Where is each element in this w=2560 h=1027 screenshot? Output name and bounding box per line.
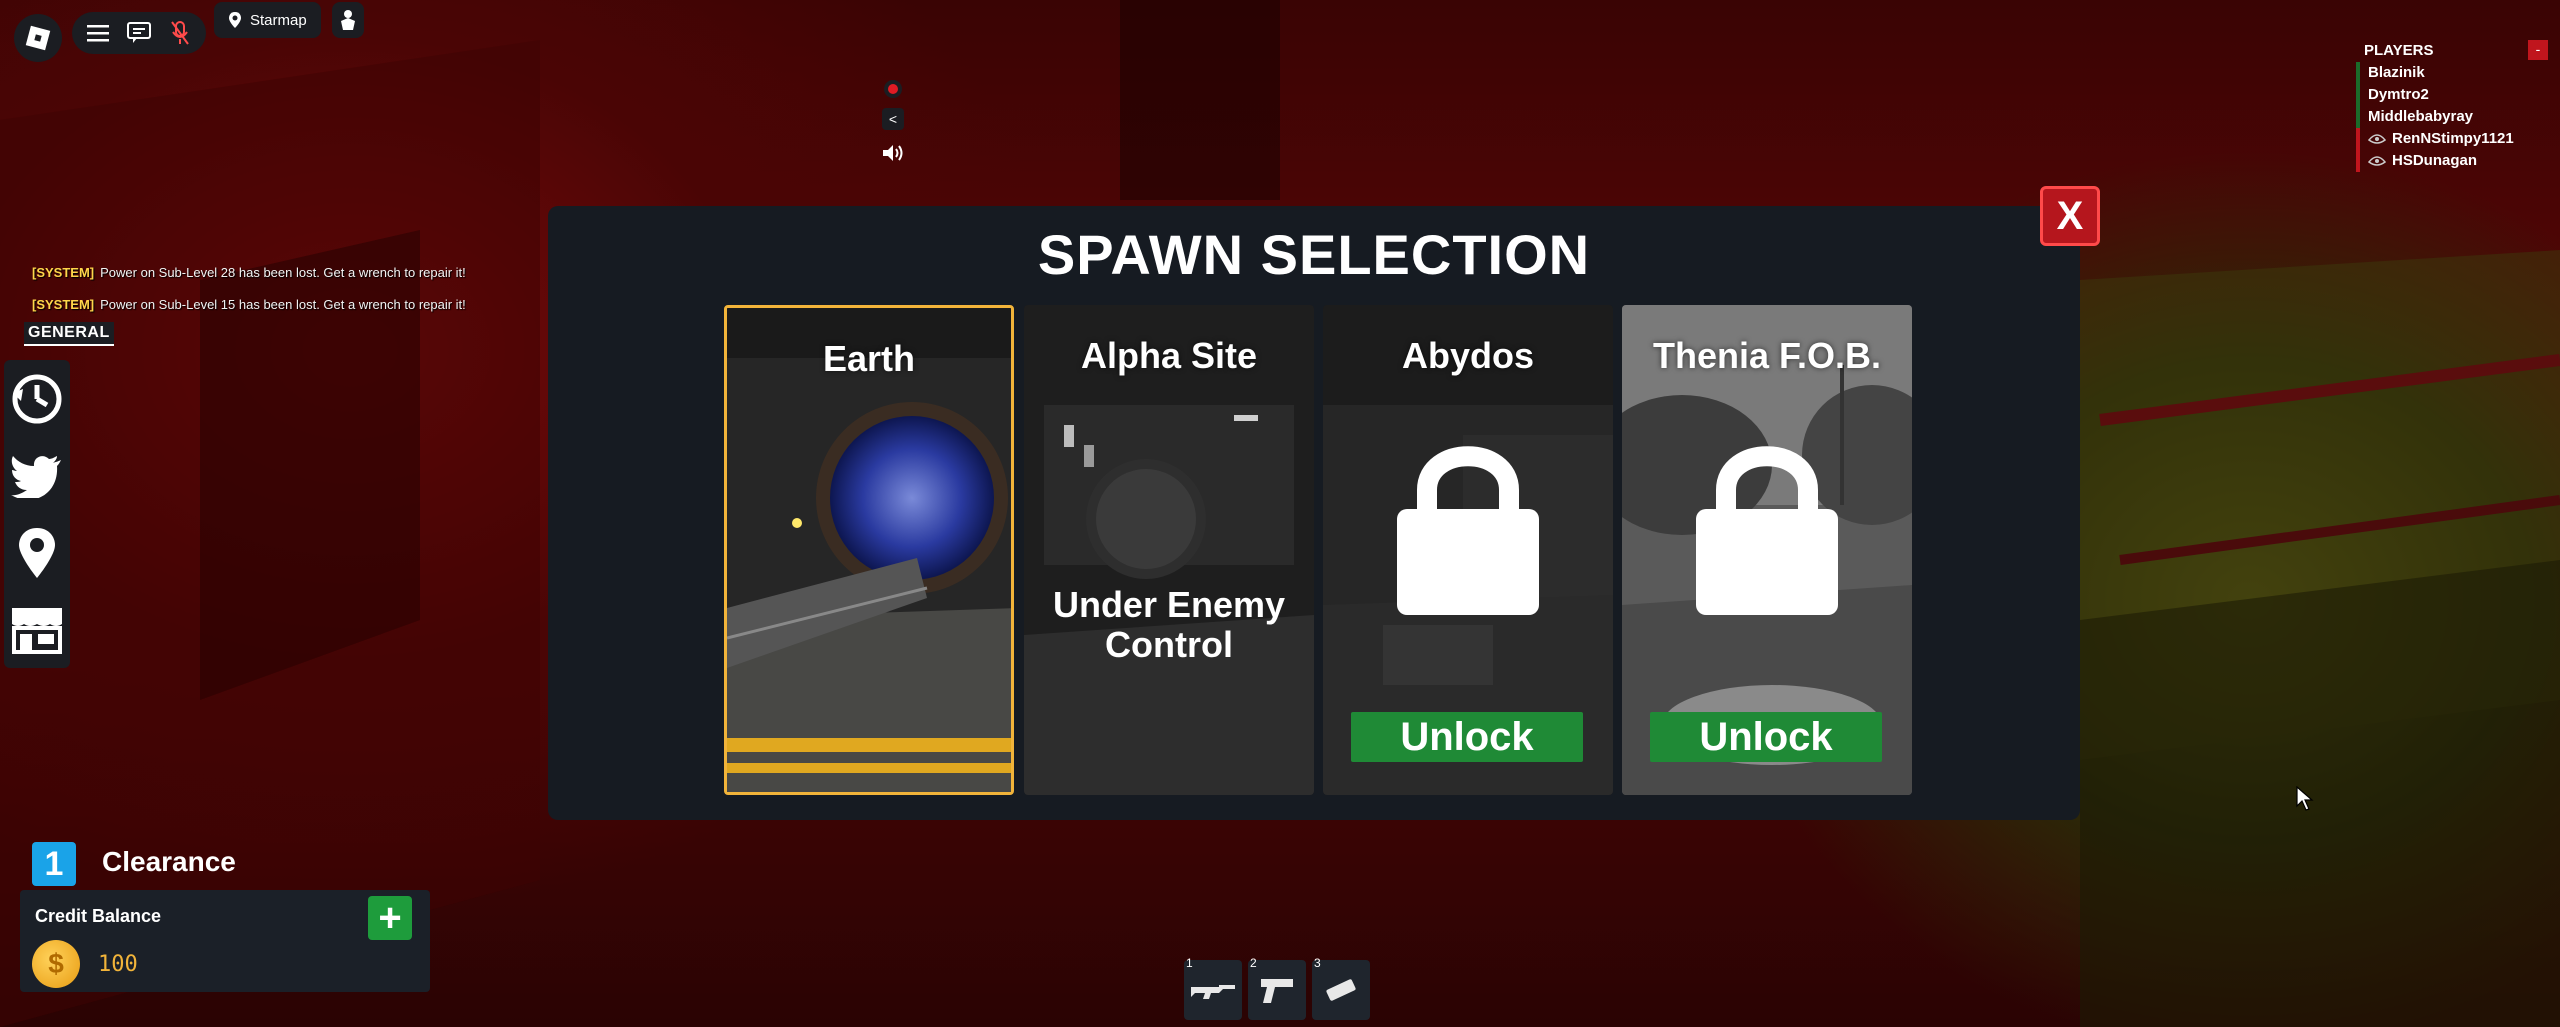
- avatar-emote-button[interactable]: [332, 2, 364, 38]
- player-row[interactable]: RenNStimpy1121: [2356, 128, 2556, 150]
- credit-amount: 100: [98, 952, 138, 977]
- store-icon: [12, 607, 62, 654]
- hamburger-menu-icon[interactable]: [83, 18, 113, 48]
- map-pin-large-icon: [19, 527, 55, 578]
- panel-title: SPAWN SELECTION: [1037, 223, 1591, 286]
- card-status-line: Under Enemy: [1052, 584, 1286, 625]
- shop-button[interactable]: [9, 602, 65, 658]
- coin-icon: $: [32, 940, 80, 988]
- players-header: PLAYERS: [2364, 42, 2434, 59]
- card-title: Abydos: [1401, 335, 1534, 376]
- player-name: Middlebabyray: [2368, 108, 2474, 125]
- hotbar-slot[interactable]: 3: [1312, 956, 1370, 1020]
- player-rank-icon: [2368, 134, 2386, 144]
- slot-number: 3: [1314, 956, 1321, 970]
- hotbar-slot[interactable]: 1: [1184, 956, 1242, 1020]
- map-location-button[interactable]: [9, 525, 65, 581]
- players-list: PLAYERS - Blazinik Dymtro2 Middlebabyray…: [2356, 40, 2556, 172]
- map-pin-icon: [229, 12, 241, 28]
- alpha-site-preview-image: [1024, 305, 1314, 795]
- card-title: Thenia F.O.B.: [1652, 335, 1882, 376]
- card-title: Earth: [822, 338, 916, 379]
- location-label: Starmap: [250, 11, 307, 29]
- record-icon: [884, 80, 902, 98]
- credit-balance-title: Credit Balance: [35, 906, 162, 926]
- spawn-card-thenia-fob[interactable]: Thenia F.O.B. Unlock: [1622, 305, 1912, 795]
- collapse-button[interactable]: <: [882, 108, 904, 130]
- microphone-muted-icon[interactable]: [165, 18, 195, 48]
- clearance-level-badge: 1: [32, 842, 76, 886]
- twitter-icon: [11, 455, 61, 498]
- mouse-cursor-icon: [2296, 786, 2314, 811]
- player-rank-icon: [2368, 156, 2386, 166]
- side-toolbar: [4, 360, 70, 668]
- slot-number: 2: [1250, 956, 1257, 970]
- rifle-icon: [1191, 985, 1235, 999]
- history-button[interactable]: [9, 371, 65, 427]
- pistol-icon: [1261, 979, 1293, 1003]
- close-button[interactable]: X: [2040, 186, 2100, 246]
- record-button[interactable]: [880, 76, 906, 102]
- volume-button[interactable]: [880, 140, 906, 166]
- spawn-card-abydos[interactable]: Abydos Unlock: [1323, 305, 1613, 795]
- add-credits-button[interactable]: +: [368, 896, 412, 940]
- player-row[interactable]: Dymtro2: [2356, 84, 2556, 106]
- lock-icon: [1397, 446, 1539, 615]
- player-row[interactable]: HSDunagan: [2356, 150, 2556, 172]
- hotbar-slot[interactable]: 2: [1248, 956, 1306, 1020]
- speaker-icon: [883, 145, 903, 161]
- player-row[interactable]: Blazinik: [2356, 62, 2556, 84]
- slot-number: 1: [1186, 956, 1193, 970]
- players-collapse-button[interactable]: -: [2528, 40, 2548, 60]
- credit-balance-panel: Credit Balance + $ 100: [20, 890, 430, 992]
- card-title: Alpha Site: [1080, 335, 1258, 376]
- card-status-line: Control: [1105, 624, 1233, 665]
- earth-preview-image: [727, 308, 1011, 792]
- chat-message-text: Power on Sub-Level 28 has been lost. Get…: [100, 265, 466, 280]
- clearance-label: Clearance: [102, 846, 236, 877]
- player-name: HSDunagan: [2392, 152, 2478, 169]
- lock-icon: [1696, 446, 1838, 615]
- unlock-button[interactable]: Unlock: [1650, 712, 1882, 762]
- roblox-logo-icon: [25, 25, 51, 51]
- avatar-icon: [341, 10, 355, 30]
- unlock-button[interactable]: Unlock: [1351, 712, 1583, 762]
- location-indicator[interactable]: Starmap: [214, 2, 321, 38]
- player-name: Dymtro2: [2368, 86, 2429, 103]
- collapse-label: <: [888, 111, 898, 127]
- chat-icon[interactable]: [124, 18, 154, 48]
- player-name: RenNStimpy1121: [2392, 130, 2514, 147]
- chat-message-tag: [SYSTEM]: [32, 297, 95, 312]
- clock-icon: [12, 374, 62, 423]
- player-name: Blazinik: [2368, 64, 2425, 81]
- chat-channel-tab[interactable]: GENERAL: [24, 322, 114, 346]
- spawn-card-alpha-site[interactable]: Alpha Site Under Enemy Control: [1024, 305, 1314, 795]
- card-icon: [1326, 979, 1356, 1001]
- hotbar: 1 2 3: [1184, 956, 1370, 1020]
- topbar-controls: [72, 12, 206, 54]
- player-row[interactable]: Middlebabyray: [2356, 106, 2556, 128]
- chat-message: [SYSTEM] Power on Sub-Level 28 has been l…: [32, 265, 466, 280]
- chat-message: [SYSTEM] Power on Sub-Level 15 has been l…: [32, 297, 466, 312]
- chat-message-tag: [SYSTEM]: [32, 265, 95, 280]
- chat-message-text: Power on Sub-Level 15 has been lost. Get…: [100, 297, 466, 312]
- twitter-button[interactable]: [9, 448, 65, 504]
- spawn-card-earth[interactable]: Earth: [724, 305, 1014, 795]
- roblox-menu-button[interactable]: [14, 14, 62, 62]
- card-status: Under Enemy Control: [1024, 585, 1314, 665]
